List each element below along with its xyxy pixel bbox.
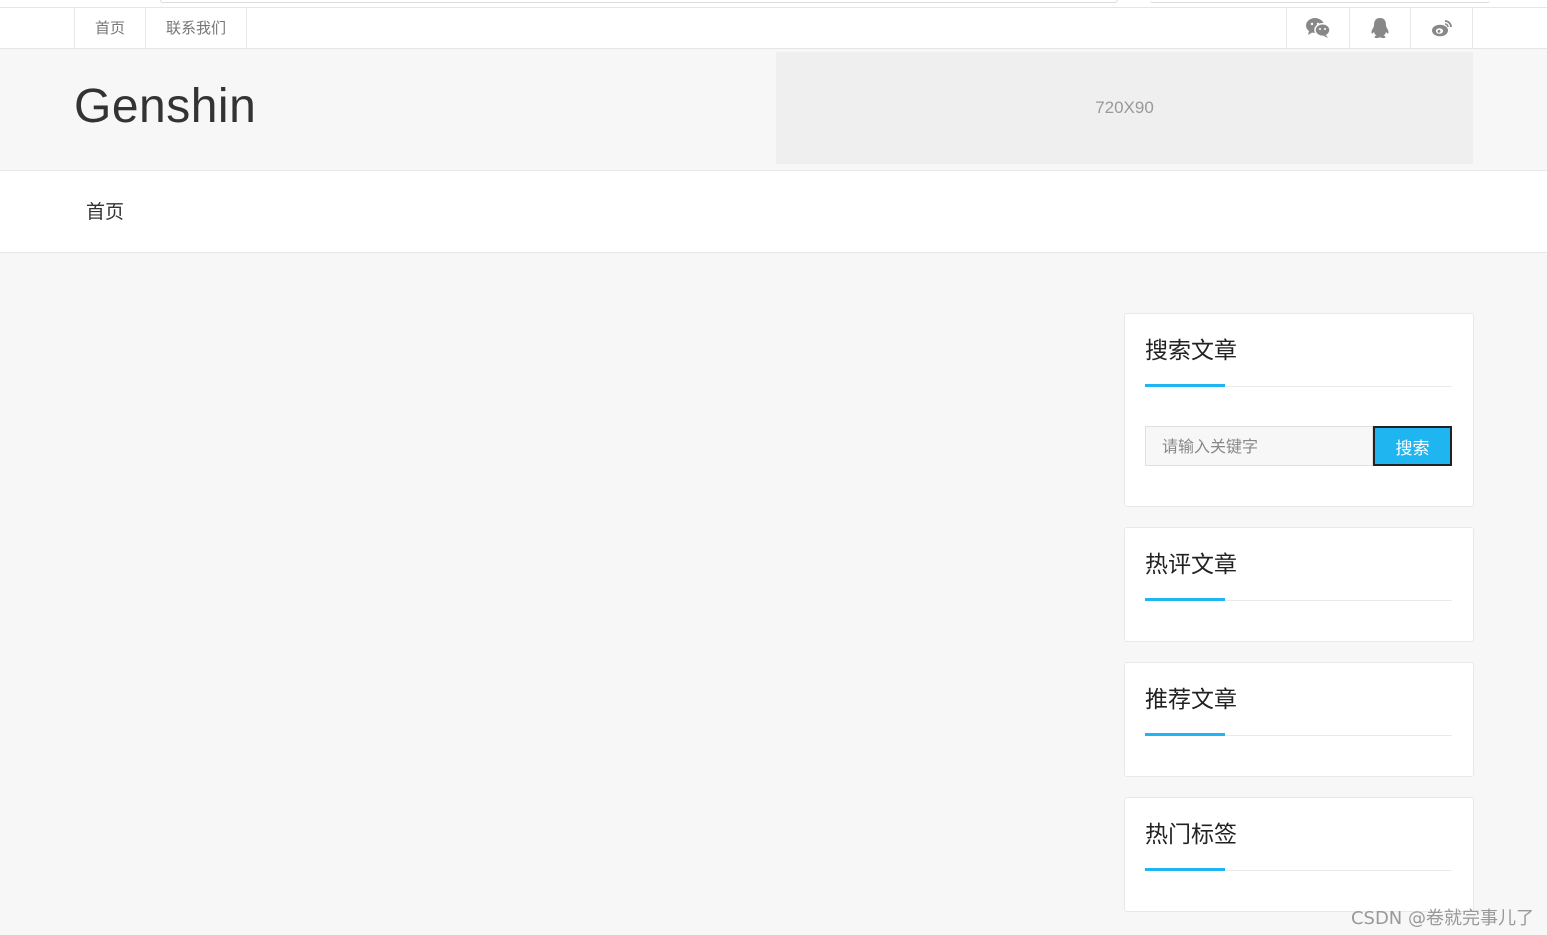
title-underline	[1145, 598, 1225, 601]
top-nav: 首页 联系我们	[74, 8, 248, 48]
search-input[interactable]	[1145, 426, 1373, 466]
search-widget: 搜索文章 搜索	[1124, 313, 1474, 507]
ad-label: 720X90	[1095, 98, 1154, 117]
site-header: Genshin 720X90	[0, 49, 1547, 171]
main-nav: 首页	[0, 171, 1547, 253]
social-links	[1286, 8, 1473, 48]
widget-header: 热评文章	[1145, 550, 1452, 601]
top-edge-segment	[1150, 0, 1490, 3]
ad-banner[interactable]: 720X90	[776, 52, 1473, 164]
recommended-widget: 推荐文章	[1124, 662, 1474, 777]
widget-header: 热门标签	[1145, 820, 1452, 871]
top-edge	[0, 0, 1547, 8]
hot-comments-widget: 热评文章	[1124, 527, 1474, 642]
title-underline	[1145, 868, 1225, 871]
top-nav-contact-link[interactable]: 联系我们	[146, 8, 248, 48]
weibo-icon	[1431, 20, 1452, 37]
title-underline	[1145, 384, 1225, 387]
watermark-text: CSDN @卷就完事儿了	[1350, 908, 1534, 929]
widget-header: 推荐文章	[1145, 685, 1452, 736]
wechat-icon	[1306, 18, 1331, 38]
qq-icon	[1371, 18, 1389, 39]
widget-title: 推荐文章	[1145, 687, 1237, 713]
site-title[interactable]: Genshin	[74, 79, 256, 134]
hot-tags-widget: 热门标签	[1124, 797, 1474, 912]
qq-link[interactable]	[1350, 8, 1411, 48]
top-bar: 首页 联系我们	[0, 8, 1547, 49]
main-nav-home-link[interactable]: 首页	[86, 197, 124, 224]
widget-title: 热评文章	[1145, 552, 1237, 578]
widget-title: 搜索文章	[1145, 338, 1237, 364]
search-form: 搜索	[1145, 426, 1452, 466]
top-edge-segment	[160, 0, 1118, 3]
title-underline	[1145, 733, 1225, 736]
widget-header: 搜索文章	[1145, 336, 1452, 387]
top-nav-home-link[interactable]: 首页	[75, 8, 147, 48]
widget-title: 热门标签	[1145, 822, 1237, 848]
weibo-link[interactable]	[1411, 8, 1473, 48]
search-button[interactable]: 搜索	[1373, 426, 1452, 466]
wechat-link[interactable]	[1287, 8, 1350, 48]
